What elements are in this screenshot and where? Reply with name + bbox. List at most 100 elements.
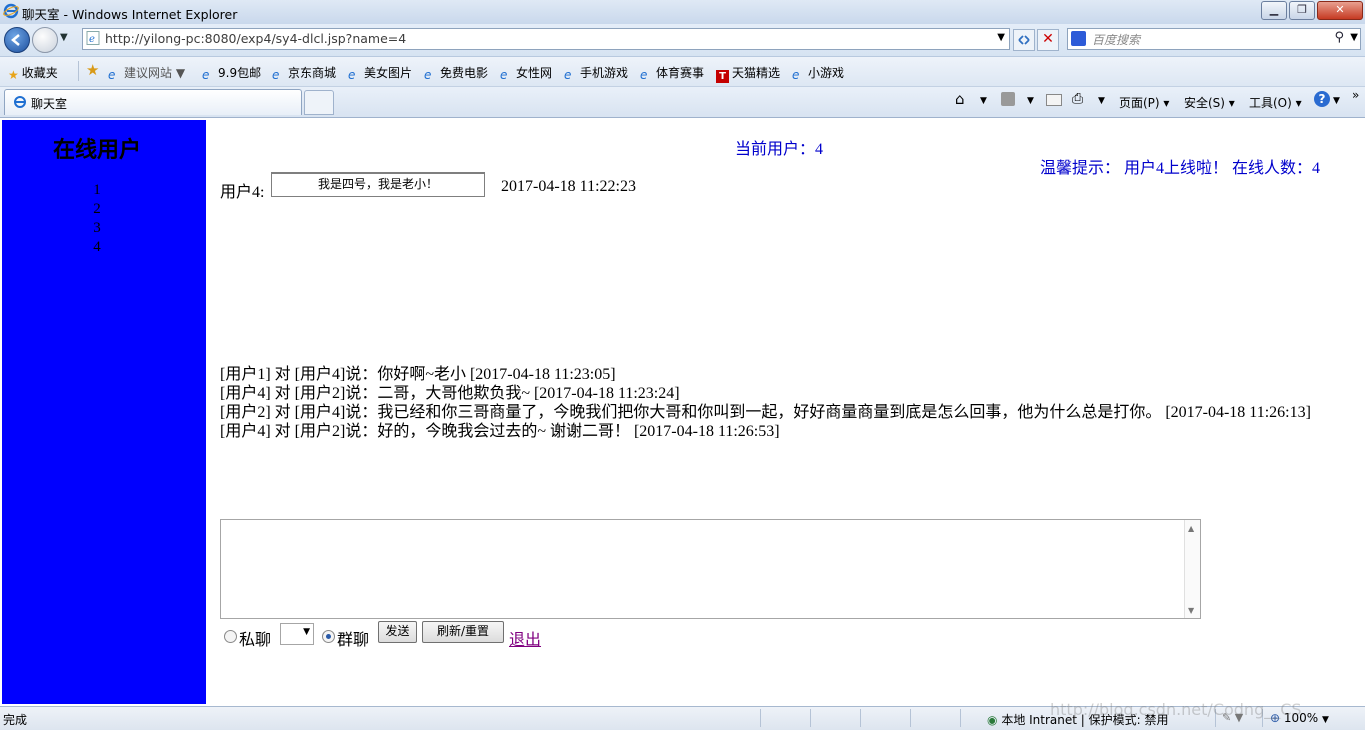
divider xyxy=(78,61,79,81)
private-chat-radio[interactable] xyxy=(224,630,237,643)
ie-page-icon: e xyxy=(640,68,648,82)
ie-page-icon: e xyxy=(564,68,572,82)
address-toolbar: ▼ e http://yilong-pc:8080/exp4/sy4-dlcl.… xyxy=(0,24,1365,57)
scroll-down-icon[interactable]: ▼ xyxy=(1188,606,1194,615)
logout-link[interactable]: 退出 xyxy=(509,626,541,650)
ie-tab-icon xyxy=(14,96,26,108)
fav-label: 建议网站 xyxy=(124,66,173,80)
chevron-more-icon[interactable]: » xyxy=(1352,88,1359,102)
fav-item-suggested[interactable]: e 建议网站 ▼ xyxy=(108,64,185,82)
scroll-up-icon[interactable]: ▲ xyxy=(1188,524,1194,533)
back-button[interactable] xyxy=(4,27,30,53)
address-field[interactable]: e http://yilong-pc:8080/exp4/sy4-dlcl.js… xyxy=(82,28,1010,50)
feeds-icon[interactable] xyxy=(1001,92,1015,106)
target-user-select[interactable]: ▼ xyxy=(280,623,314,645)
maximize-button[interactable]: ❐ xyxy=(1289,1,1315,20)
print-dropdown-icon[interactable]: ▼ xyxy=(1098,96,1105,106)
current-user-text: 当前用户：4 xyxy=(735,141,824,158)
send-button[interactable]: 发送 xyxy=(378,621,417,643)
window-title: 聊天室 - Windows Internet Explorer xyxy=(22,7,238,22)
add-favorite-icon[interactable]: ★ xyxy=(86,61,99,79)
globe-icon: ◉ xyxy=(987,713,998,727)
fav-label: 小游戏 xyxy=(808,66,845,80)
online-user-item: 4 xyxy=(93,239,101,255)
home-icon[interactable]: ⌂ xyxy=(955,90,965,108)
favorites-bar: ★ 收藏夹 ★ e 建议网站 ▼ e 9.9包邮 e 京东商城 e 美女图片 e 免费电影 … xyxy=(0,57,1365,87)
chat-input-textarea[interactable]: ▲ ▼ xyxy=(220,519,1201,619)
status-text: 完成 xyxy=(3,713,28,727)
message-time: 2017-04-18 11:22:23 xyxy=(501,178,636,195)
refresh-reset-button[interactable]: 刷新/重置 xyxy=(422,621,504,643)
ie-page-icon: e xyxy=(202,68,210,82)
stop-button[interactable]: ✕ xyxy=(1037,29,1059,51)
fav-item[interactable]: e 9.9包邮 xyxy=(202,64,262,82)
star-icon: ★ xyxy=(8,68,19,82)
fav-item[interactable]: e 京东商城 xyxy=(272,64,337,82)
help-icon[interactable]: ? xyxy=(1314,91,1330,107)
safety-menu-label: 安全(S) xyxy=(1184,96,1225,110)
fav-label: 京东商城 xyxy=(288,66,337,80)
fav-label: 手机游戏 xyxy=(580,66,629,80)
address-dropdown-icon[interactable]: ▼ xyxy=(997,32,1005,43)
url-text[interactable]: http://yilong-pc:8080/exp4/sy4-dlcl.jsp?… xyxy=(105,31,406,46)
status-divider xyxy=(860,709,861,727)
fav-label: 天猫精选 xyxy=(732,66,781,80)
tab-row: 聊天室 ⌂ ▼ ▼ ⎙ ▼ 页面(P) ▾ 安全(S) ▾ 工具(O) ▾ ? … xyxy=(0,87,1365,118)
fav-item[interactable]: T 天猫精选 xyxy=(716,64,780,83)
ie-page-icon: e xyxy=(108,68,116,82)
forward-button[interactable] xyxy=(32,27,58,53)
online-user-item: 2 xyxy=(93,201,101,217)
textarea-scrollbar[interactable]: ▲ ▼ xyxy=(1184,520,1200,618)
page-ie-icon: e xyxy=(86,31,100,45)
notice-text: 温馨提示： 用户4上线啦！ 在线人数：4 xyxy=(1040,160,1321,177)
watermark: http://blog.csdn.net/Codng__CS xyxy=(1050,700,1302,719)
baidu-logo-icon xyxy=(1071,31,1086,46)
search-placeholder[interactable]: 百度搜索 xyxy=(1092,31,1140,48)
help-dropdown-icon[interactable]: ▼ xyxy=(1333,96,1340,106)
search-dropdown-icon[interactable]: ▼ xyxy=(1350,32,1358,43)
safety-menu[interactable]: 安全(S) ▾ xyxy=(1184,94,1235,111)
private-chat-label: 私聊 xyxy=(239,632,272,649)
fav-item[interactable]: e 女性网 xyxy=(500,64,553,82)
mail-icon[interactable] xyxy=(1046,94,1062,106)
refresh-button[interactable] xyxy=(1013,29,1035,51)
fav-label: 美女图片 xyxy=(364,66,413,80)
status-divider xyxy=(910,709,911,727)
message-display-box: 我是四号，我是老小！ xyxy=(271,172,485,197)
sidebar-heading: 在线用户 xyxy=(52,137,141,163)
fav-item[interactable]: e 手机游戏 xyxy=(564,64,629,82)
page-menu[interactable]: 页面(P) ▾ xyxy=(1119,94,1169,111)
close-window-button[interactable]: ✕ xyxy=(1317,1,1363,20)
fav-item[interactable]: e 免费电影 xyxy=(424,64,489,82)
group-chat-radio[interactable] xyxy=(322,630,335,643)
title-bar: 聊天室 - Windows Internet Explorer ▁ ❐ ✕ xyxy=(0,0,1365,25)
stop-icon: ✕ xyxy=(1042,31,1054,47)
status-divider xyxy=(760,709,761,727)
search-icon[interactable]: ⚲ xyxy=(1334,30,1344,45)
page-menu-label: 页面(P) xyxy=(1119,96,1160,110)
print-icon[interactable]: ⎙ xyxy=(1072,91,1083,107)
online-users-sidebar: 在线用户 1 2 3 4 xyxy=(2,120,206,704)
status-divider xyxy=(810,709,811,727)
tab-label: 聊天室 xyxy=(31,97,68,111)
tab-chatroom[interactable]: 聊天室 xyxy=(4,89,302,115)
search-box[interactable]: 百度搜索 ⚲ ▼ xyxy=(1067,28,1361,50)
zoom-dropdown-icon: ▼ xyxy=(1322,715,1329,725)
fav-label: 免费电影 xyxy=(440,66,489,80)
fav-label: 9.9包邮 xyxy=(218,66,262,80)
status-divider xyxy=(960,709,961,727)
fav-label: 女性网 xyxy=(516,66,553,80)
home-dropdown-icon[interactable]: ▼ xyxy=(980,96,987,106)
favorites-button[interactable]: ★ 收藏夹 xyxy=(8,64,58,82)
fav-item[interactable]: e 小游戏 xyxy=(792,64,845,82)
chevron-down-icon: ▼ xyxy=(303,627,310,637)
fav-item[interactable]: e 美女图片 xyxy=(348,64,413,82)
tools-menu[interactable]: 工具(O) ▾ xyxy=(1249,94,1302,111)
history-dropdown-icon[interactable]: ▼ xyxy=(60,32,68,43)
fav-item[interactable]: e 体育赛事 xyxy=(640,64,704,82)
ie-page-icon: e xyxy=(424,68,432,82)
arrow-left-icon xyxy=(11,34,20,46)
minimize-button[interactable]: ▁ xyxy=(1261,1,1287,20)
new-tab-button[interactable] xyxy=(304,90,334,115)
feeds-dropdown-icon[interactable]: ▼ xyxy=(1027,96,1034,106)
